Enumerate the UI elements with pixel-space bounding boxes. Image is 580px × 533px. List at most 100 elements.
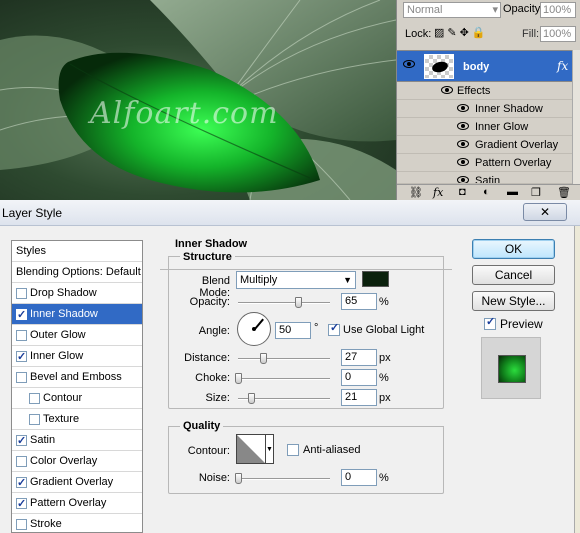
angle-dial[interactable] [237,312,271,346]
preview-checkbox[interactable] [484,315,496,330]
choke-input[interactable]: 0 [341,369,377,386]
choke-slider[interactable] [235,373,330,384]
style-label: Inner Glow [30,350,84,362]
size-input[interactable]: 21 [341,389,377,406]
style-item-inner-glow[interactable]: Inner Glow [12,346,142,367]
layer-opacity-field[interactable]: 100% [540,2,576,18]
new-layer-icon[interactable]: ❐ [531,186,541,199]
blending-options-item[interactable]: Blending Options: Default [12,262,142,283]
visibility-eye-icon[interactable] [441,86,453,94]
layer-blend-mode-select[interactable]: Normal ▾ [403,2,501,18]
style-item-inner-shadow[interactable]: Inner Shadow [12,304,142,325]
anti-aliased-checkbox[interactable] [287,444,299,456]
contour-picker[interactable] [236,434,266,464]
effects-row[interactable]: Effects [397,82,580,100]
visibility-eye-icon[interactable] [457,122,469,130]
fill-field[interactable]: 100% [540,26,576,42]
lock-brush-icon[interactable]: ✎ [447,27,459,39]
opacity-unit: % [379,296,389,308]
style-checkbox[interactable] [16,456,27,467]
style-item-drop-shadow[interactable]: Drop Shadow [12,283,142,304]
dialog-titlebar[interactable]: Layer Style ✕ [0,200,580,226]
style-item-contour[interactable]: Contour [12,388,142,409]
lock-transparent-icon[interactable]: ▨ [434,27,447,39]
style-item-satin[interactable]: Satin [12,430,142,451]
document-canvas[interactable]: Alfoart.com [0,0,396,200]
style-item-bevel-emboss[interactable]: Bevel and Emboss [12,367,142,388]
style-item-texture[interactable]: Texture [12,409,142,430]
opacity-input[interactable]: 65 [341,293,377,310]
ok-button[interactable]: OK [472,239,555,259]
slider-thumb[interactable] [248,393,255,404]
effect-row[interactable]: Inner Shadow [397,100,580,118]
style-checkbox[interactable] [16,473,27,493]
style-checkbox[interactable] [16,519,27,530]
visibility-eye-icon[interactable] [457,158,469,166]
visibility-eye-icon[interactable] [457,140,469,148]
trash-icon[interactable]: 🗑 [557,186,571,199]
style-checkbox[interactable] [16,288,27,299]
adjustment-layer-icon[interactable]: ◐ [483,186,490,198]
size-label: Size: [205,392,230,404]
style-checkbox[interactable] [16,347,27,367]
add-style-icon[interactable]: fx [433,186,443,199]
distance-slider[interactable] [238,353,330,364]
style-label: Pattern Overlay [30,497,107,509]
visibility-eye-icon[interactable] [403,60,415,68]
style-checkbox[interactable] [16,305,27,325]
noise-input[interactable]: 0 [341,469,377,486]
blend-mode-select[interactable]: Multiply ▼ [236,271,356,289]
style-checkbox[interactable] [29,393,40,404]
layers-toolbar: ⛓ fx ◘ ◐ ▬ ❐ 🗑 [397,184,580,200]
angle-input[interactable]: 50 [275,322,311,339]
style-item-outer-glow[interactable]: Outer Glow [12,325,142,346]
effect-row[interactable]: Satin [397,172,580,184]
style-checkbox[interactable] [16,330,27,341]
slider-thumb[interactable] [235,373,242,384]
styles-header-label: Styles [16,245,46,257]
blend-mode-value: Multiply [240,274,278,286]
noise-slider[interactable] [235,473,330,484]
use-global-light-checkbox[interactable] [328,321,340,336]
visibility-eye-icon[interactable] [457,176,469,183]
style-item-color-overlay[interactable]: Color Overlay [12,451,142,472]
new-style-button[interactable]: New Style... [472,291,555,311]
layers-scrollbar[interactable] [572,50,580,184]
opacity-slider[interactable] [238,297,330,308]
visibility-eye-icon[interactable] [457,104,469,112]
shadow-color-swatch[interactable] [362,271,389,287]
contour-dropdown[interactable]: ▼ [266,434,274,464]
layer-row-body[interactable]: body fx [397,50,580,82]
effect-row[interactable]: Inner Glow [397,118,580,136]
style-item-stroke[interactable]: Stroke [12,514,142,533]
effect-row[interactable]: Gradient Overlay [397,136,580,154]
style-checkbox[interactable] [16,494,27,514]
fx-icon[interactable]: fx [557,59,568,73]
new-group-icon[interactable]: ▬ [507,186,518,198]
choke-unit: % [379,372,389,384]
style-item-pattern-overlay[interactable]: Pattern Overlay [12,493,142,514]
slider-thumb[interactable] [295,297,302,308]
angle-label: Angle: [198,325,230,337]
slider-thumb[interactable] [235,473,242,484]
lock-all-icon[interactable]: 🔒 [472,27,489,39]
close-button[interactable]: ✕ [523,203,567,221]
effect-row[interactable]: Pattern Overlay [397,154,580,172]
cancel-button[interactable]: Cancel [472,265,555,285]
style-checkbox[interactable] [16,431,27,451]
size-slider[interactable] [238,393,330,404]
styles-header[interactable]: Styles [12,241,142,262]
style-checkbox[interactable] [29,414,40,425]
preview-swatch [498,355,526,383]
dialog-body: Styles Blending Options: Default Drop Sh… [0,226,575,533]
add-mask-icon[interactable]: ◘ [459,186,466,198]
style-label: Color Overlay [30,455,98,467]
link-layers-icon[interactable]: ⛓ [409,186,423,199]
style-item-gradient-overlay[interactable]: Gradient Overlay [12,472,142,493]
dialog-title: Layer Style [2,206,63,220]
distance-input[interactable]: 27 [341,349,377,366]
style-checkbox[interactable] [16,372,27,383]
slider-thumb[interactable] [260,353,267,364]
lock-move-icon[interactable]: ✥ [460,27,472,39]
effect-label: Satin [475,175,501,184]
